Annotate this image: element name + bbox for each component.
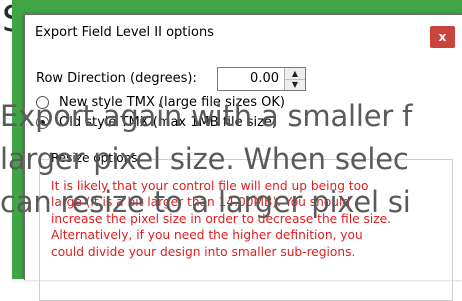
overlay-line: can resize to a larger pixel si <box>0 185 411 219</box>
row-direction-stepper[interactable]: 0.00 ▲ ▼ <box>217 67 306 91</box>
overlay-line: larger pixel size. When selec <box>0 142 409 176</box>
overlay-caption: Export again with a smaller f larger pix… <box>0 95 462 224</box>
dialog-title: Export Field Level II options <box>35 25 214 40</box>
stepper-buttons: ▲ ▼ <box>284 68 305 90</box>
warning-line: Alternatively, if you need the higher de… <box>51 228 363 243</box>
close-button[interactable]: x <box>430 26 455 48</box>
overlay-line: Export again with a smaller f <box>0 99 413 133</box>
row-direction-label: Row Direction (degrees): <box>36 71 197 86</box>
row-direction-value[interactable]: 0.00 <box>250 71 279 86</box>
stepper-down-icon[interactable]: ▼ <box>285 79 305 90</box>
warning-line: could divide your design into smaller su… <box>51 244 356 259</box>
